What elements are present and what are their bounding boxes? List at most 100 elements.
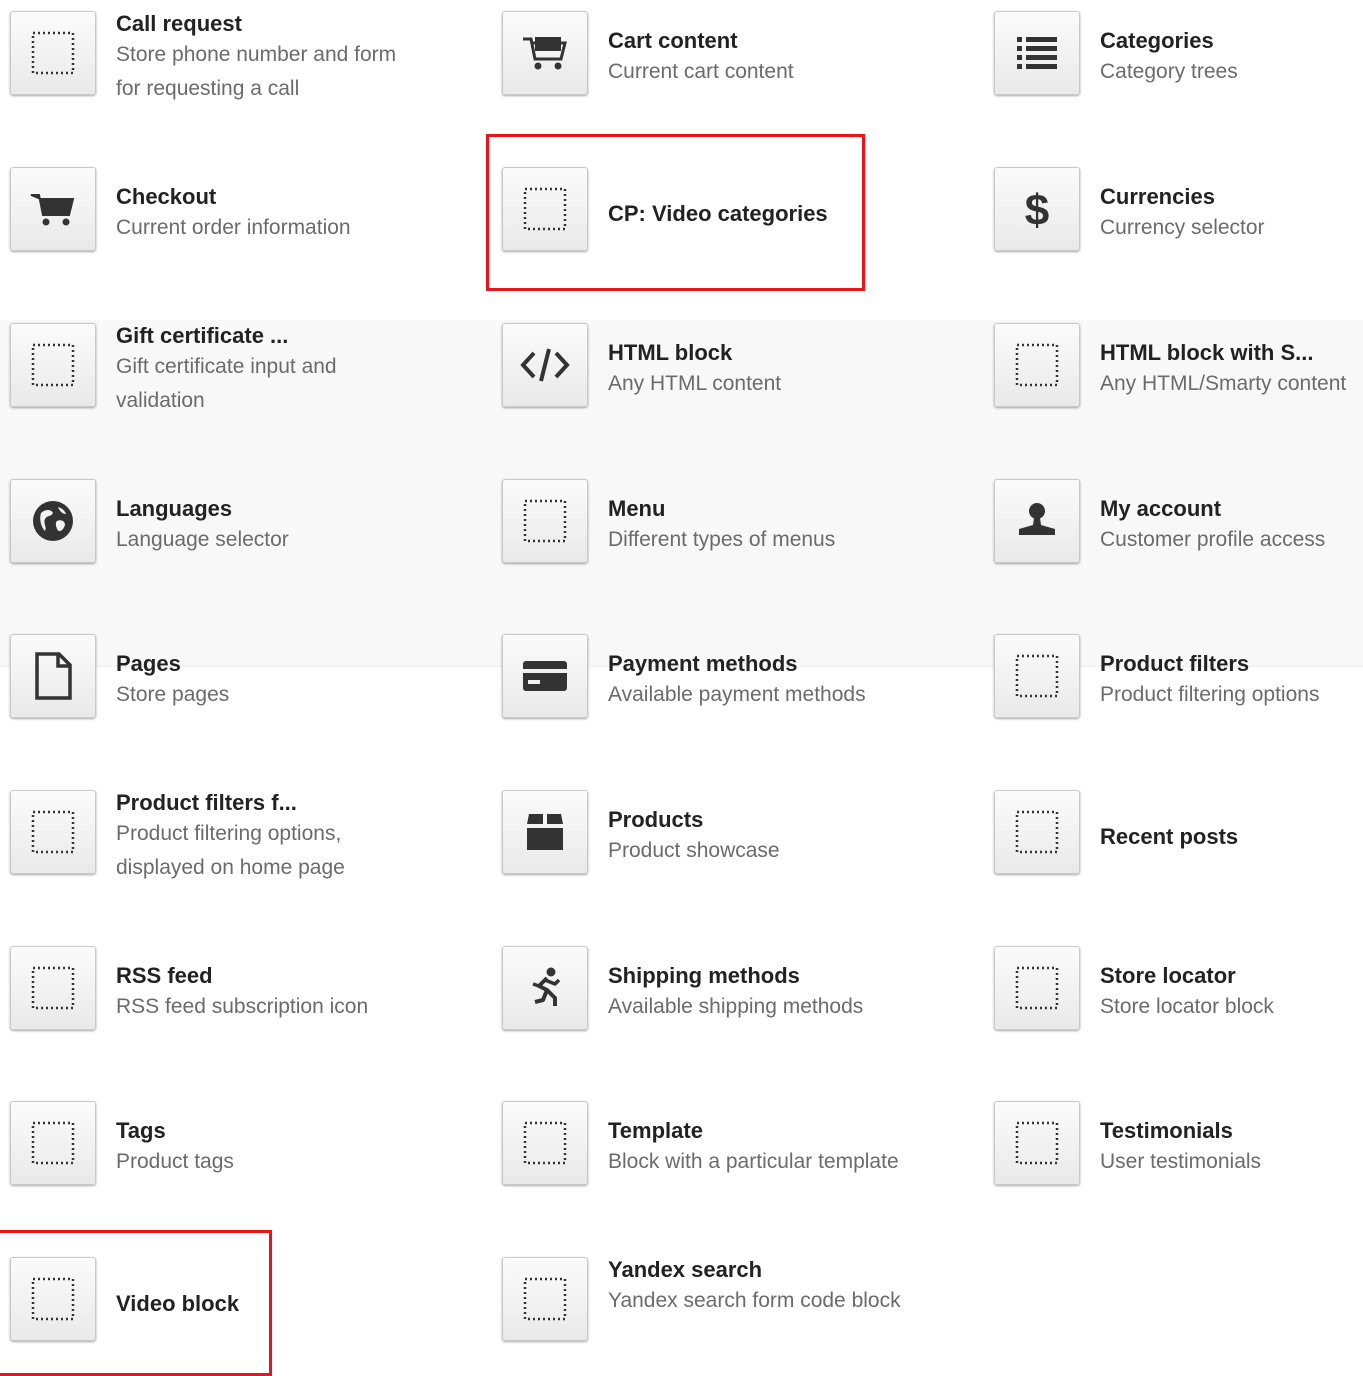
block-rss-feed[interactable]: RSS feed RSS feed subscription icon xyxy=(10,945,490,1045)
block-description: Customer profile access xyxy=(1100,528,1326,551)
dotted-square-icon xyxy=(994,323,1080,407)
block-cart-content[interactable]: Cart content Current cart content xyxy=(502,10,982,110)
block-title: Shipping methods xyxy=(608,963,800,988)
cart-full-icon xyxy=(502,11,588,95)
block-title: Categories xyxy=(1100,28,1214,53)
block-title: RSS feed xyxy=(116,963,213,988)
block-product-filters[interactable]: Product filters Product filtering option… xyxy=(994,633,1363,733)
block-cp-video-categories[interactable]: CP: Video categories xyxy=(502,166,982,266)
list-icon xyxy=(994,11,1080,95)
block-title: HTML block with S... xyxy=(1100,340,1314,365)
block-languages[interactable]: Languages Language selector xyxy=(10,478,490,578)
block-title: Currencies xyxy=(1100,184,1215,209)
block-template[interactable]: Template Block with a particular templat… xyxy=(502,1100,982,1200)
block-title: HTML block xyxy=(608,340,733,365)
page-icon xyxy=(10,634,96,718)
block-title: My account xyxy=(1100,496,1222,521)
dotted-square-icon xyxy=(994,790,1080,874)
block-description: Store locator block xyxy=(1100,995,1274,1018)
block-description: Block with a particular template xyxy=(608,1150,899,1173)
block-description: Gift certificate input and validation xyxy=(116,355,337,412)
block-title: Products xyxy=(608,807,704,832)
block-title: Cart content xyxy=(608,28,738,53)
block-description: Available payment methods xyxy=(608,683,866,706)
credit-card-icon xyxy=(502,634,588,718)
dollar-icon: $ xyxy=(994,167,1080,251)
block-gift-certificate[interactable]: Gift certificate ... Gift certificate in… xyxy=(10,322,490,422)
block-description: User testimonials xyxy=(1100,1150,1262,1173)
dotted-square-icon xyxy=(994,946,1080,1030)
block-description: Category trees xyxy=(1100,60,1238,83)
block-title: Yandex search xyxy=(608,1257,763,1282)
block-title: Recent posts xyxy=(1100,824,1239,849)
block-description: Store pages xyxy=(116,683,230,706)
block-description: Product showcase xyxy=(608,839,780,862)
block-description: Product filtering options, displayed on … xyxy=(116,822,345,879)
dotted-square-icon xyxy=(502,1257,588,1341)
block-description: Different types of menus xyxy=(608,528,836,551)
dotted-square-icon xyxy=(994,1101,1080,1185)
block-my-account[interactable]: My account Customer profile access xyxy=(994,478,1363,578)
block-recent-posts[interactable]: Recent posts xyxy=(994,789,1363,889)
block-description: Current order information xyxy=(116,216,351,239)
block-title: Languages xyxy=(116,496,233,521)
block-html-block[interactable]: HTML block Any HTML content xyxy=(502,322,982,422)
block-description: Current cart content xyxy=(608,60,794,83)
block-title: Gift certificate ... xyxy=(116,323,289,348)
block-product-filters-home[interactable]: Product filters f... Product filtering o… xyxy=(10,789,490,889)
block-title: Menu xyxy=(608,496,666,521)
dotted-square-icon xyxy=(502,167,588,251)
block-checkout[interactable]: Checkout Current order information xyxy=(10,166,490,266)
block-description: Language selector xyxy=(116,528,289,551)
block-yandex-search[interactable]: Yandex search Yandex search form code bl… xyxy=(502,1256,982,1356)
box-icon xyxy=(502,790,588,874)
block-description: Available shipping methods xyxy=(608,995,864,1018)
block-title: Video block xyxy=(116,1291,240,1316)
block-pages[interactable]: Pages Store pages xyxy=(10,633,490,733)
block-payment-methods[interactable]: Payment methods Available payment method… xyxy=(502,633,982,733)
block-title: Testimonials xyxy=(1100,1118,1233,1143)
block-shipping-methods[interactable]: Shipping methods Available shipping meth… xyxy=(502,945,982,1045)
globe-icon xyxy=(10,479,96,563)
block-products[interactable]: Products Product showcase xyxy=(502,789,982,889)
block-description: Store phone number and form for requesti… xyxy=(116,43,397,100)
dotted-square-icon xyxy=(502,479,588,563)
block-menu[interactable]: Menu Different types of menus xyxy=(502,478,982,578)
block-currencies[interactable]: $ Currencies Currency selector xyxy=(994,166,1363,266)
block-video-block[interactable]: Video block xyxy=(10,1256,490,1356)
block-call-request[interactable]: Call request Store phone number and form… xyxy=(10,10,490,110)
block-title: Product filters f... xyxy=(116,790,297,815)
dotted-square-icon xyxy=(10,11,96,95)
dotted-square-icon xyxy=(502,1101,588,1185)
block-categories[interactable]: Categories Category trees xyxy=(994,10,1363,110)
block-testimonials[interactable]: Testimonials User testimonials xyxy=(994,1100,1363,1200)
block-description: Currency selector xyxy=(1100,216,1265,239)
block-description: Any HTML/Smarty content xyxy=(1100,372,1347,395)
dotted-square-icon xyxy=(10,946,96,1030)
block-title: Payment methods xyxy=(608,651,798,676)
block-title: Store locator xyxy=(1100,963,1236,988)
block-title: Tags xyxy=(116,1118,166,1143)
block-description: Product filtering options xyxy=(1100,683,1320,706)
block-description: Yandex search form code block xyxy=(608,1289,901,1312)
runner-icon xyxy=(502,946,588,1030)
svg-text:$: $ xyxy=(1025,186,1049,232)
dotted-square-icon xyxy=(10,790,96,874)
block-description: RSS feed subscription icon xyxy=(116,995,369,1018)
block-title: Product filters xyxy=(1100,651,1250,676)
block-tags[interactable]: Tags Product tags xyxy=(10,1100,490,1200)
block-title: Call request xyxy=(116,11,242,36)
dotted-square-icon xyxy=(994,634,1080,718)
user-icon xyxy=(994,479,1080,563)
block-description: Product tags xyxy=(116,1150,234,1173)
block-title: Template xyxy=(608,1118,703,1143)
dotted-square-icon xyxy=(10,1257,96,1341)
block-title: CP: Video categories xyxy=(608,201,828,226)
cart-icon xyxy=(10,167,96,251)
dotted-square-icon xyxy=(10,1101,96,1185)
block-title: Pages xyxy=(116,651,181,676)
block-html-block-smarty[interactable]: HTML block with S... Any HTML/Smarty con… xyxy=(994,322,1363,422)
block-store-locator[interactable]: Store locator Store locator block xyxy=(994,945,1363,1045)
code-icon xyxy=(502,323,588,407)
block-title: Checkout xyxy=(116,184,217,209)
